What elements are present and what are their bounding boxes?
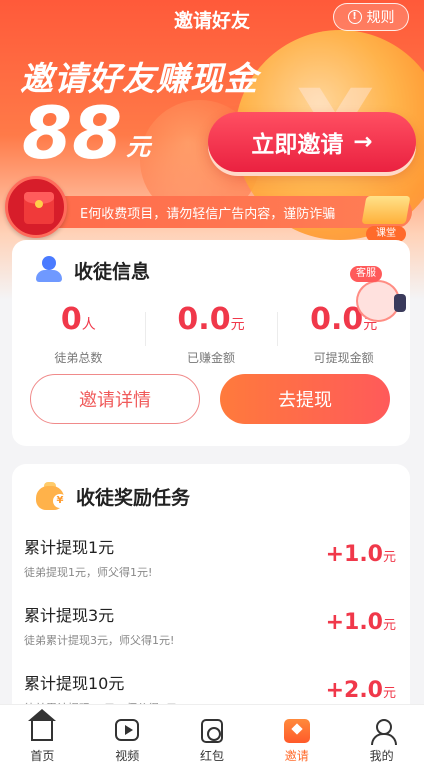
profile-icon	[370, 719, 397, 745]
graduation-cap-icon	[361, 196, 411, 224]
red-packet-icon[interactable]	[5, 176, 67, 238]
reward-amount: 88 元	[22, 96, 150, 170]
envelope-shape	[24, 192, 54, 224]
tab-label: 红包	[199, 749, 224, 763]
reward-amount-value: 88	[22, 91, 123, 175]
task-reward: +2.0元	[325, 678, 396, 703]
service-tag: 客服	[350, 266, 382, 282]
tab-invite[interactable]: 邀请	[254, 705, 339, 772]
task-title: 累计提现1元	[24, 538, 115, 557]
task-desc: 徒弟累计提现3元，师父得1元!	[24, 634, 175, 647]
info-card-title: 收徒信息	[74, 260, 151, 283]
headset-icon	[394, 294, 406, 312]
invite-details-button[interactable]: 邀请详情	[30, 374, 200, 424]
task-title: 累计提现3元	[24, 606, 115, 625]
red-packet-icon	[200, 719, 223, 743]
tab-label: 首页	[30, 749, 55, 763]
stat-unit: 元	[230, 317, 245, 333]
withdraw-button[interactable]: 去提现	[220, 374, 390, 424]
task-item: 累计提现3元 徒弟累计提现3元，师父得1元! +1.0元	[12, 600, 410, 668]
tab-home[interactable]: 首页	[0, 705, 85, 772]
task-desc: 徒弟提现1元，师父得1元!	[24, 566, 153, 579]
people-icon	[34, 256, 66, 284]
tab-label: 视频	[115, 749, 140, 763]
video-icon	[115, 719, 140, 741]
invite-now-button[interactable]: 立即邀请 →	[208, 112, 416, 172]
tab-video[interactable]: 视频	[85, 705, 170, 772]
money-bag-icon: ¥	[34, 480, 68, 512]
tab-profile[interactable]: 我的	[339, 705, 424, 772]
stat-label: 徒弟总数	[54, 351, 103, 365]
rules-label: 规则	[366, 10, 395, 26]
arrow-right-icon: →	[353, 129, 373, 155]
tab-label: 我的	[369, 749, 394, 763]
reward-amount-unit: 元	[126, 133, 151, 161]
invite-now-label: 立即邀请	[251, 132, 344, 158]
customer-service-button[interactable]: 客服	[350, 266, 408, 326]
stat-value: 0	[60, 302, 82, 337]
task-reward: +1.0元	[325, 610, 396, 635]
info-card-header: 收徒信息	[34, 256, 150, 284]
home-icon	[28, 709, 57, 741]
stat-unit: 人	[81, 317, 96, 333]
stat-apprentice-count: 0人 徒弟总数	[12, 302, 145, 366]
course-entry[interactable]: 课堂	[360, 192, 412, 244]
task-title: 累计提现10元	[24, 674, 125, 693]
stat-earned: 0.0元 已赚金额	[144, 302, 278, 366]
notice-marquee: E何收费项目，请勿轻信广告内容，谨防诈骗	[12, 196, 412, 228]
stat-label: 可提现金额	[313, 351, 374, 365]
tab-label: 邀请	[284, 749, 309, 763]
task-reward: +1.0元	[325, 542, 396, 567]
rules-button[interactable]: ! 规则	[333, 3, 409, 31]
tab-red-packet[interactable]: 红包	[170, 705, 255, 772]
task-item: 累计提现1元 徒弟提现1元，师父得1元! +1.0元	[12, 532, 410, 600]
task-card-title: 收徒奖励任务	[76, 486, 191, 509]
bottom-tab-bar: 首页 视频 红包 邀请 我的	[0, 704, 424, 772]
stat-label: 已赚金额	[187, 351, 236, 365]
invite-icon	[283, 719, 310, 743]
task-card-header: ¥ 收徒奖励任务	[34, 480, 190, 512]
info-icon: !	[347, 10, 362, 24]
stat-value: 0.0	[177, 302, 231, 337]
